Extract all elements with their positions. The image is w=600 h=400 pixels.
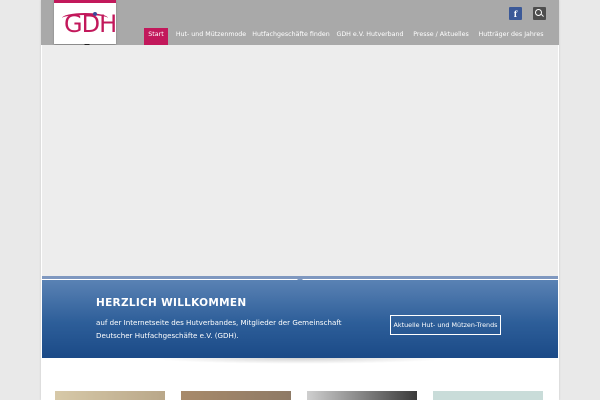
welcome-title: HERZLICH WILLKOMMEN bbox=[96, 297, 247, 309]
welcome-banner: HERZLICH WILLKOMMEN auf der Internetseit… bbox=[42, 280, 558, 358]
search-handle bbox=[541, 14, 544, 17]
teaser-image-1[interactable] bbox=[55, 391, 165, 400]
hero-slider bbox=[42, 45, 558, 277]
welcome-text-line-2: Deutscher Hutfachgeschäfte e.V. (GDH). bbox=[96, 331, 239, 340]
teaser-image-4[interactable] bbox=[433, 391, 543, 400]
search-icon[interactable] bbox=[533, 7, 546, 20]
facebook-glyph: f bbox=[513, 8, 518, 19]
logo-text: GDH bbox=[64, 10, 117, 38]
trends-button[interactable]: Aktuelle Hut- und Mützen-Trends bbox=[390, 315, 501, 335]
site-logo[interactable]: GDH bbox=[54, 0, 117, 44]
welcome-text-line-1: auf der Internetseite des Hutverbandes, … bbox=[96, 318, 342, 327]
banner-shadow bbox=[150, 358, 450, 364]
teaser-image-2[interactable] bbox=[181, 391, 291, 400]
welcome-text: auf der Internetseite des Hutverbandes, … bbox=[96, 316, 376, 342]
facebook-icon[interactable]: f bbox=[509, 7, 522, 20]
teaser-image-3[interactable] bbox=[307, 391, 417, 400]
